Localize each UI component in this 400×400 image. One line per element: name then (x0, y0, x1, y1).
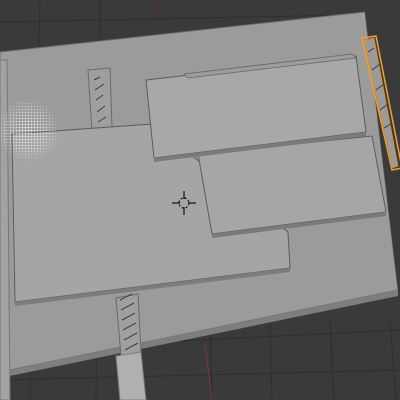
viewport-canvas[interactable] (0, 0, 400, 400)
3d-viewport[interactable] (0, 0, 400, 400)
vertical-beam-extension[interactable] (115, 351, 147, 400)
vertical-beam-lower[interactable] (115, 293, 142, 357)
point-light-halo[interactable] (0, 98, 60, 162)
